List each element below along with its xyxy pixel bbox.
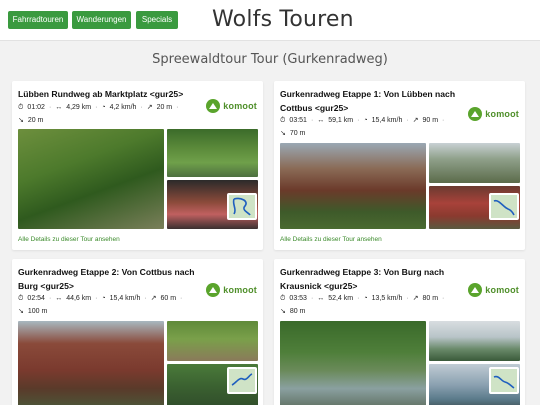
tour-downhill: 100 m	[27, 308, 48, 315]
tour-card: Gurkenradweg Etappe 2: Von Cottbus nach …	[12, 259, 263, 405]
uphill-icon: ↗	[412, 295, 419, 302]
tour-speed: 4,2 km/h	[109, 104, 137, 111]
tour-distance: 44,6 km	[66, 295, 92, 302]
tour-photos[interactable]	[280, 321, 520, 405]
speed-icon: ◔	[101, 104, 106, 111]
speed-icon: ◔	[101, 295, 106, 302]
downhill-icon: ↘	[280, 308, 286, 315]
nav-wanderungen-button[interactable]: Wanderungen	[72, 11, 131, 29]
tour-photo[interactable]	[429, 321, 520, 361]
nav-specials-button[interactable]: Specials	[136, 11, 178, 29]
tour-title[interactable]: Gurkenradweg Etappe 1: Von Lübben nach C…	[280, 87, 460, 115]
tour-photo[interactable]	[167, 129, 258, 177]
tour-card: Gurkenradweg Etappe 1: Von Lübben nach C…	[274, 81, 525, 250]
speed-icon: ◔	[363, 117, 368, 124]
tour-stats: ⏱ 03:51 · ↔ 59,1 km · ◔ 15,4 km/h · ↗ 90 m ·…	[280, 117, 445, 137]
tour-downhill: 70 m	[289, 130, 306, 137]
duration-icon: ⏱	[18, 104, 24, 111]
downhill-icon: ↘	[18, 308, 24, 315]
tour-speed: 15,4 km/h	[109, 295, 141, 302]
tour-duration: 03:53	[289, 295, 307, 302]
downhill-icon: ↘	[18, 117, 24, 124]
tour-uphill: 20 m	[156, 104, 173, 111]
uphill-icon: ↗	[146, 104, 153, 111]
tour-photo[interactable]	[167, 321, 258, 361]
tour-photo[interactable]	[429, 143, 520, 183]
route-map-thumbnail[interactable]	[489, 193, 519, 220]
tour-uphill: 90 m	[422, 117, 439, 124]
site-title[interactable]: Wolfs Touren	[212, 7, 354, 32]
tour-duration: 02:54	[27, 295, 45, 302]
tour-card: Gurkenradweg Etappe 3: Von Burg nach Kra…	[274, 259, 525, 405]
tour-photos[interactable]	[18, 321, 258, 405]
tour-title[interactable]: Lübben Rundweg ab Marktplatz <gur25>	[18, 87, 198, 101]
distance-icon: ↔	[317, 295, 325, 302]
duration-icon: ⏱	[280, 295, 286, 302]
tour-distance: 52,4 km	[328, 295, 354, 302]
speed-icon: ◔	[363, 295, 368, 302]
page-heading: Spreewaldtour Tour (Gurkenradweg)	[152, 52, 388, 67]
tour-downhill: 20 m	[27, 117, 44, 124]
route-map-thumbnail[interactable]	[489, 367, 519, 394]
tour-uphill: 80 m	[422, 295, 439, 302]
tour-details-link[interactable]: Alle Details zu dieser Tour ansehen	[280, 236, 382, 243]
tour-speed: 13,5 km/h	[371, 295, 403, 302]
tour-distance: 4,29 km	[66, 104, 92, 111]
tour-photos[interactable]	[18, 129, 258, 229]
tour-duration: 01:02	[27, 104, 45, 111]
route-map-thumbnail[interactable]	[227, 193, 257, 220]
duration-icon: ⏱	[280, 117, 286, 124]
distance-icon: ↔	[55, 104, 63, 111]
tour-photo[interactable]	[280, 321, 426, 405]
tour-distance: 59,1 km	[328, 117, 354, 124]
tour-photos[interactable]	[280, 143, 520, 229]
tour-duration: 03:51	[289, 117, 307, 124]
nav-fahrradtouren-button[interactable]: Fahrradtouren	[8, 11, 68, 29]
tour-stats: ⏱ 02:54 · ↔ 44,6 km · ◔ 15,4 km/h · ↗ 60 m ·…	[18, 295, 183, 315]
tour-title[interactable]: Gurkenradweg Etappe 2: Von Cottbus nach …	[18, 265, 198, 293]
top-bar: Fahrradtouren Wanderungen Specials Wolfs…	[0, 0, 540, 41]
tour-photo[interactable]	[18, 321, 164, 405]
tour-stats: ⏱ 03:53 · ↔ 52,4 km · ◔ 13,5 km/h · ↗ 80 m ·…	[280, 295, 445, 315]
uphill-icon: ↗	[412, 117, 419, 124]
tour-downhill: 80 m	[289, 308, 306, 315]
tour-uphill: 60 m	[160, 295, 177, 302]
tour-title[interactable]: Gurkenradweg Etappe 3: Von Burg nach Kra…	[280, 265, 460, 293]
tour-details-link[interactable]: Alle Details zu dieser Tour ansehen	[18, 236, 120, 243]
tour-photo[interactable]	[280, 143, 426, 229]
distance-icon: ↔	[317, 117, 325, 124]
tour-stats: ⏱ 01:02 · ↔ 4,29 km · ◔ 4,2 km/h · ↗ 20 m · …	[18, 104, 179, 124]
tour-photo[interactable]	[18, 129, 164, 229]
route-map-thumbnail[interactable]	[227, 367, 257, 394]
downhill-icon: ↘	[280, 130, 286, 137]
distance-icon: ↔	[55, 295, 63, 302]
tour-card: Lübben Rundweg ab Marktplatz <gur25> kom…	[12, 81, 263, 250]
uphill-icon: ↗	[150, 295, 157, 302]
tour-speed: 15,4 km/h	[371, 117, 403, 124]
duration-icon: ⏱	[18, 295, 24, 302]
